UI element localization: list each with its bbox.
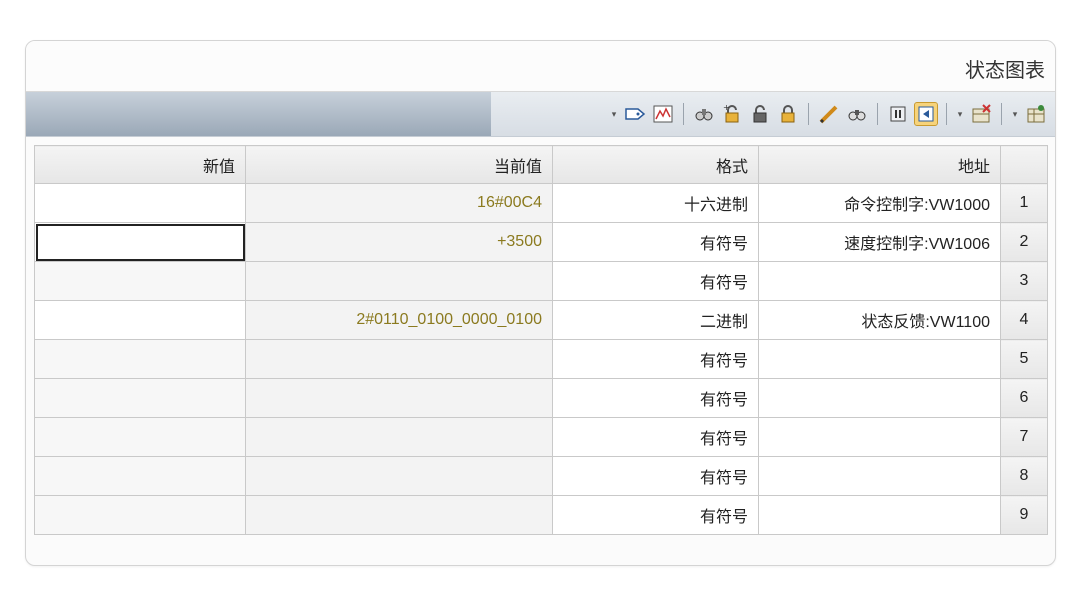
title-bar: 状态图表 <box>26 41 1055 92</box>
new-value-cell[interactable] <box>34 378 246 418</box>
row-number-cell: 3 <box>1000 261 1048 301</box>
address-cell[interactable]: 状态反馈:VW1100 <box>758 300 1001 340</box>
format-cell[interactable]: 有符号 <box>552 378 759 418</box>
column-header-address[interactable]: 地址 <box>758 145 1001 184</box>
trend-chart-icon[interactable] <box>652 103 674 125</box>
row-number-cell: 1 <box>1000 183 1048 223</box>
table-row[interactable]: 2#0110_0100_0000_0100 二进制 状态反馈:VW1100 4 <box>34 300 1048 340</box>
address-cell[interactable] <box>758 456 1001 496</box>
status-chart-grid: 新值 当前值 格式 地址 16#00C4 十六进制 命令控制字:VW1000 1 +35… <box>34 145 1048 535</box>
address-cell[interactable] <box>758 495 1001 535</box>
toolbar-icons: ▾ ▾ + ▾ <box>610 102 1047 126</box>
header-row: 新值 当前值 格式 地址 <box>34 145 1048 184</box>
separator <box>877 103 878 125</box>
table-row[interactable]: 有符号 7 <box>34 417 1048 457</box>
address-cell[interactable] <box>758 261 1001 301</box>
address-cell[interactable] <box>758 339 1001 379</box>
format-cell[interactable]: 十六进制 <box>552 183 759 223</box>
status-chart-window: 状态图表 ▾ ▾ + ▾ 新值 当前值 格式 地址 16#00C4 十六进制 命… <box>25 40 1056 566</box>
table-row[interactable]: 有符号 6 <box>34 378 1048 418</box>
dropdown-caret[interactable]: ▾ <box>1011 109 1019 120</box>
row-number-cell: 5 <box>1000 339 1048 379</box>
row-number-cell: 9 <box>1000 495 1048 535</box>
format-cell[interactable]: 有符号 <box>552 222 759 262</box>
pencil-write-icon[interactable] <box>818 103 840 125</box>
address-cell[interactable] <box>758 378 1001 418</box>
table-row[interactable]: 有符号 8 <box>34 456 1048 496</box>
single-read-icon[interactable] <box>914 102 938 126</box>
lock-icon[interactable] <box>777 103 799 125</box>
format-cell[interactable]: 有符号 <box>552 339 759 379</box>
format-cell[interactable]: 有符号 <box>552 261 759 301</box>
separator <box>1001 103 1002 125</box>
row-number-cell: 8 <box>1000 456 1048 496</box>
unlock-all-icon[interactable]: + <box>721 103 743 125</box>
new-value-cell[interactable] <box>34 183 246 223</box>
table-row[interactable]: 有符号 9 <box>34 495 1048 535</box>
current-value-cell[interactable] <box>245 495 553 535</box>
table-row[interactable]: 有符号 3 <box>34 261 1048 301</box>
new-value-cell[interactable] <box>34 456 246 496</box>
current-value-cell[interactable]: +3500 <box>245 222 553 262</box>
new-value-cell[interactable] <box>34 300 246 340</box>
format-cell[interactable]: 有符号 <box>552 456 759 496</box>
current-value-cell[interactable] <box>245 456 553 496</box>
new-value-cell[interactable] <box>34 222 246 262</box>
column-header-format[interactable]: 格式 <box>552 145 759 184</box>
new-value-cell[interactable] <box>34 261 246 301</box>
format-cell[interactable]: 有符号 <box>552 495 759 535</box>
current-value-cell[interactable] <box>245 417 553 457</box>
table-row[interactable]: 16#00C4 十六进制 命令控制字:VW1000 1 <box>34 183 1048 223</box>
row-number-cell: 6 <box>1000 378 1048 418</box>
delete-table-icon[interactable] <box>970 103 992 125</box>
svg-text:+: + <box>723 104 730 112</box>
address-cell[interactable]: 命令控制字:VW1000 <box>758 183 1001 223</box>
address-cell[interactable] <box>758 417 1001 457</box>
new-value-cell[interactable] <box>34 417 246 457</box>
current-value-cell[interactable] <box>245 339 553 379</box>
current-value-cell[interactable] <box>245 378 553 418</box>
tag-icon[interactable] <box>624 103 646 125</box>
unlock-icon[interactable] <box>749 103 771 125</box>
new-value-cell[interactable] <box>34 495 246 535</box>
table-row[interactable]: +3500 有符号 速度控制字:VW1006 2 <box>34 222 1048 262</box>
new-value-cell[interactable] <box>34 339 246 379</box>
column-header-current-value[interactable]: 当前值 <box>245 145 553 184</box>
toolbar: ▾ ▾ + ▾ <box>26 92 1055 137</box>
format-cell[interactable]: 二进制 <box>552 300 759 340</box>
row-number-header <box>1000 145 1048 184</box>
column-header-new-value[interactable]: 新值 <box>34 145 246 184</box>
insert-table-icon[interactable] <box>1025 103 1047 125</box>
current-value-cell[interactable]: 2#0110_0100_0000_0100 <box>245 300 553 340</box>
table-row[interactable]: 有符号 5 <box>34 339 1048 379</box>
row-number-cell: 2 <box>1000 222 1048 262</box>
current-value-cell[interactable] <box>245 261 553 301</box>
dropdown-caret[interactable]: ▾ <box>956 109 964 120</box>
row-number-cell: 7 <box>1000 417 1048 457</box>
dropdown-caret[interactable]: ▾ <box>610 109 618 120</box>
separator <box>683 103 684 125</box>
binoculars-icon[interactable] <box>846 103 868 125</box>
window-title: 状态图表 <box>965 60 1045 82</box>
toolbar-rail <box>26 92 491 136</box>
force-icon[interactable] <box>693 103 715 125</box>
pause-icon[interactable] <box>887 103 909 125</box>
separator <box>808 103 809 125</box>
format-cell[interactable]: 有符号 <box>552 417 759 457</box>
separator <box>946 103 947 125</box>
row-number-cell: 4 <box>1000 300 1048 340</box>
current-value-cell[interactable]: 16#00C4 <box>245 183 553 223</box>
address-cell[interactable]: 速度控制字:VW1006 <box>758 222 1001 262</box>
